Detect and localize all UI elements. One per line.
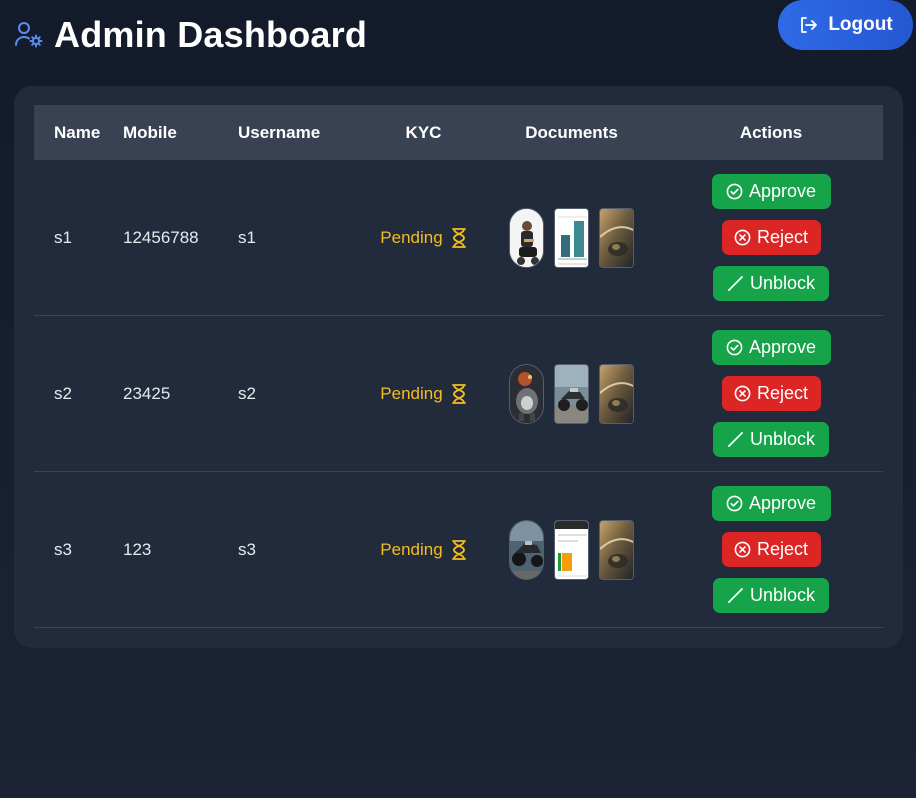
cell-documents: [484, 363, 659, 424]
users-card: Name Mobile Username KYC Documents Actio…: [14, 86, 903, 648]
hourglass-icon: [451, 383, 466, 404]
motorcycle-night-image: [510, 520, 543, 579]
chart-screenshot-image: [555, 208, 588, 267]
table-header: Name Mobile Username KYC Documents Actio…: [34, 105, 883, 160]
cell-documents: [484, 519, 659, 580]
bike-headlight-image: [600, 208, 633, 267]
cell-actions: Approve Reject Unblock: [659, 330, 883, 457]
x-circle-icon: [734, 541, 751, 558]
title-wrap: Admin Dashboard: [14, 14, 367, 56]
cell-documents: [484, 207, 659, 268]
bike-headlight-image: [600, 520, 633, 579]
reject-button[interactable]: Reject: [721, 220, 821, 255]
logout-button[interactable]: Logout: [778, 0, 913, 50]
approve-label: Approve: [748, 337, 817, 357]
cell-name: s2: [54, 383, 72, 403]
cell-actions: Approve Reject Unblock: [659, 486, 883, 613]
column-header-actions: Actions: [739, 122, 803, 142]
cell-actions: Approve Reject Unblock: [659, 174, 883, 301]
column-header-kyc: KYC: [405, 122, 442, 142]
kyc-status: Pending: [380, 227, 443, 247]
header: Admin Dashboard Logout: [0, 0, 916, 70]
cell-username: s2: [238, 383, 256, 403]
kyc-status: Pending: [380, 539, 443, 559]
page-title: Admin Dashboard: [54, 14, 368, 55]
document-thumbnail-chart[interactable]: [554, 207, 589, 268]
bike-headlight-image: [600, 364, 633, 423]
column-header-mobile: Mobile: [123, 122, 177, 142]
check-circle-icon: [726, 183, 743, 200]
unblock-label: Unblock: [749, 429, 816, 449]
document-thumbnail-photo[interactable]: [509, 207, 544, 268]
document-thumbnail-headlight[interactable]: [599, 207, 634, 268]
unblock-button[interactable]: Unblock: [713, 266, 829, 301]
app-screenshot-image: [555, 520, 588, 579]
approve-button[interactable]: Approve: [711, 330, 831, 365]
motorcycle-road-image: [555, 364, 588, 423]
check-circle-icon: [726, 339, 743, 356]
reject-label: Reject: [756, 383, 809, 403]
document-thumbnail-photo[interactable]: [509, 519, 544, 580]
column-header-documents: Documents: [525, 122, 618, 142]
reject-label: Reject: [756, 227, 809, 247]
table-row: s2 23425 s2 Pending Approve Reject Unblo…: [34, 316, 883, 472]
unblock-button[interactable]: Unblock: [713, 422, 829, 457]
cell-mobile: 12456788: [123, 227, 199, 247]
cell-username: s1: [238, 227, 256, 247]
document-thumbnail-headlight[interactable]: [599, 363, 634, 424]
reject-button[interactable]: Reject: [721, 376, 821, 411]
slash-icon: [728, 588, 743, 603]
table-row: s3 123 s3 Pending Approve Reject Unblock: [34, 472, 883, 628]
kyc-status: Pending: [380, 383, 443, 403]
cell-name: s1: [54, 227, 72, 247]
hourglass-icon: [451, 227, 466, 248]
x-circle-icon: [734, 229, 751, 246]
cell-kyc: Pending: [363, 540, 484, 560]
cell-kyc: Pending: [363, 384, 484, 404]
users-table: Name Mobile Username KYC Documents Actio…: [34, 105, 883, 628]
cell-mobile: 23425: [123, 383, 171, 403]
approve-button[interactable]: Approve: [711, 486, 831, 521]
slash-icon: [728, 276, 743, 291]
reject-button[interactable]: Reject: [721, 532, 821, 567]
slash-icon: [728, 432, 743, 447]
cell-name: s3: [54, 539, 72, 559]
cell-mobile: 123: [123, 539, 152, 559]
user-gear-icon: [15, 22, 43, 48]
check-circle-icon: [726, 495, 743, 512]
logout-icon: [801, 17, 818, 33]
reject-label: Reject: [756, 539, 809, 559]
document-thumbnail-app[interactable]: [554, 519, 589, 580]
table-row: s1 12456788 s1 Pending Approve Reject Un…: [34, 160, 883, 316]
x-circle-icon: [734, 385, 751, 402]
approve-label: Approve: [748, 181, 817, 201]
unblock-label: Unblock: [749, 585, 816, 605]
cell-kyc: Pending: [363, 228, 484, 248]
unblock-label: Unblock: [749, 273, 816, 293]
approve-label: Approve: [748, 493, 817, 513]
man-scooter-image: [510, 208, 543, 267]
unblock-button[interactable]: Unblock: [713, 578, 829, 613]
document-thumbnail-motorcycle[interactable]: [554, 363, 589, 424]
cell-username: s3: [238, 539, 256, 559]
approve-button[interactable]: Approve: [711, 174, 831, 209]
hourglass-icon: [451, 539, 466, 560]
document-thumbnail-photo[interactable]: [509, 363, 544, 424]
document-thumbnail-headlight[interactable]: [599, 519, 634, 580]
logout-label: Logout: [828, 14, 893, 35]
column-header-username: Username: [238, 122, 321, 142]
column-header-name: Name: [54, 122, 101, 142]
cartoon-character-image: [510, 364, 543, 423]
